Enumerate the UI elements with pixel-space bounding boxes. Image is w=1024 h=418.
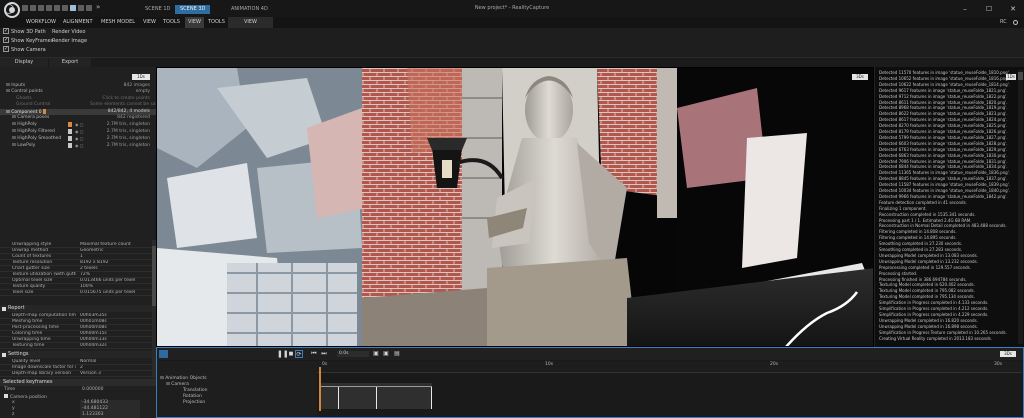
main-menu: WORKFLOW ALIGNMENT MESH MODEL VIEW TOOLS… xyxy=(0,17,1024,28)
layout-4-icon[interactable] xyxy=(70,5,76,11)
rc-label: RC xyxy=(1000,19,1007,25)
report-row[interactable]: Texturing time 00h00m32s xyxy=(0,343,152,349)
layout-5-icon[interactable] xyxy=(78,5,84,11)
console-scrollbar-thumb[interactable] xyxy=(1018,72,1023,80)
new-project-icon[interactable] xyxy=(22,5,28,11)
tree-highpoly-value: 2.7M tris, singleton xyxy=(106,122,150,127)
menu-view-animation[interactable]: VIEW xyxy=(228,17,273,28)
title-bar: » SCENE 1D SCENE 3D ANIMATION 4D New pro… xyxy=(0,0,1024,17)
menu-workflow[interactable]: WORKFLOW xyxy=(26,17,56,28)
tab-scene-1d[interactable]: SCENE 1D xyxy=(140,5,175,14)
tree-camera-poses[interactable]: ⊟ Camera poses xyxy=(12,115,49,121)
timeline-menu-icon[interactable] xyxy=(159,350,168,358)
menu-alignment[interactable]: ALIGNMENT xyxy=(63,17,93,28)
keyframe-marker[interactable] xyxy=(376,387,377,409)
3d-viewport[interactable] xyxy=(156,67,874,347)
keyframe-camera-icon[interactable]: ▣ xyxy=(382,350,390,358)
help-icon[interactable] xyxy=(1013,20,1018,25)
menu-view[interactable]: VIEW xyxy=(143,17,156,28)
close-button[interactable]: ✕ xyxy=(1008,4,1018,14)
lod-indicator: ◉ ▢ xyxy=(68,122,84,128)
timeline-layout-badge[interactable]: 3Ds xyxy=(1000,351,1016,357)
next-keyframe-icon[interactable]: ⏭ xyxy=(320,350,328,358)
open-project-icon[interactable] xyxy=(30,5,36,11)
tree-camera-poses-value: 842 registered xyxy=(117,115,150,120)
save-icon[interactable] xyxy=(38,5,44,11)
pause-icon[interactable]: ❚❚ xyxy=(277,350,289,358)
camera-z-field[interactable]: 1.123303 xyxy=(80,412,140,418)
ruler-tick-0: 0s xyxy=(322,362,328,367)
menu-tools[interactable]: TOOLS xyxy=(163,17,180,28)
timeline-time-field[interactable]: 0.0s xyxy=(337,351,369,357)
lod-indicator: ◉ ▢ xyxy=(68,136,84,142)
console-log: Detected 11570 features in image 'statue… xyxy=(874,67,1024,347)
timeline-ruler[interactable] xyxy=(317,361,1022,373)
tree-highpoly-smoothed-value: 2.7M tris, singleton xyxy=(106,136,150,141)
tree-ground-control-value: Some elements cannot be saved xyxy=(90,102,164,107)
checkbox-icon xyxy=(3,36,9,44)
tree-control-points[interactable]: ⊟ Control points xyxy=(6,89,43,95)
keyframe-time-row: Time 0.000000 xyxy=(0,387,156,393)
keyframe-marker[interactable] xyxy=(431,387,432,409)
keyframe-marker[interactable] xyxy=(338,387,339,409)
camera-z-row: z 1.123303 xyxy=(0,412,156,418)
stop-icon[interactable]: ■ xyxy=(287,350,295,358)
console-layout-badge[interactable]: 1Ds xyxy=(1006,74,1016,80)
ruler-tick-30: 30s xyxy=(994,362,1003,367)
lod-indicator: ◉ ▢ xyxy=(68,143,84,149)
tree-lowpoly-value: 2.7M tris, singleton xyxy=(106,143,150,148)
loop-icon[interactable]: ⟳ xyxy=(295,350,303,358)
ribbon: Show 3D Path Show KeyFrames Show Camera … xyxy=(0,27,1024,58)
section-settings[interactable]: Settings xyxy=(0,351,152,358)
tab-animation-4d[interactable]: ANIMATION 4D xyxy=(226,5,273,14)
log-line: Creating Virtual Reality completed in 20… xyxy=(879,335,992,341)
ruler-tick-10: 10s xyxy=(545,362,554,367)
projection-track-item[interactable]: Projection xyxy=(157,400,317,406)
layout-3-icon[interactable] xyxy=(62,5,68,11)
ruler-tick-20: 20s xyxy=(770,362,779,367)
keyframe-time-field[interactable]: 0.000000 xyxy=(80,387,140,393)
show-camera-checkbox[interactable]: Show Camera xyxy=(3,45,46,54)
tree-ground-control[interactable]: Ground Control xyxy=(16,102,50,108)
tree-control-points-value: empty xyxy=(135,89,150,94)
lod-indicator: ◉ ▢ xyxy=(68,129,84,135)
menu-mesh-model[interactable]: MESH MODEL xyxy=(101,17,135,28)
minimize-button[interactable]: – xyxy=(960,4,970,14)
export-keyframes-icon[interactable]: ▤ xyxy=(393,350,401,358)
tree-highpoly[interactable]: ⊟ HighPoly xyxy=(12,122,37,128)
show-3d-path-checkbox[interactable]: Show 3D Path xyxy=(3,27,46,36)
timeline-playhead[interactable] xyxy=(319,367,321,411)
checkbox-icon xyxy=(3,45,9,53)
panel-layout-badge[interactable]: 1Ds xyxy=(132,74,150,80)
render-image-button[interactable]: Render Image xyxy=(52,37,87,45)
property-row[interactable]: Texel size 0.015675 units per texel xyxy=(0,290,152,296)
tree-highpoly-filtered-value: 2.7M tris, singleton xyxy=(106,129,150,134)
section-report[interactable]: Report xyxy=(0,305,152,312)
tree-highpoly-filtered[interactable]: ⊟ HighPoly Filtered xyxy=(12,129,55,135)
maximize-button[interactable]: ☐ xyxy=(984,4,994,14)
tree-lowpoly[interactable]: ⊟ LowPoly xyxy=(12,143,35,149)
layout-1-icon[interactable] xyxy=(46,5,52,11)
viewport-layout-badge[interactable]: 3Ds xyxy=(852,74,868,80)
settings-row[interactable]: Depth-map library version Version 3 xyxy=(0,371,152,377)
layout-2-icon[interactable] xyxy=(54,5,60,11)
render-video-button[interactable]: Render Video xyxy=(52,28,85,36)
tab-scene-3d[interactable]: SCENE 3D xyxy=(175,5,211,14)
group-export: Export xyxy=(49,58,91,67)
add-keyframe-icon[interactable]: ▣ xyxy=(372,350,380,358)
overflow-icon[interactable]: » xyxy=(96,3,100,11)
realitycapture-logo-icon xyxy=(4,2,20,18)
checkbox-icon xyxy=(3,27,9,35)
selected-keyframes-header[interactable]: Selected keyframes xyxy=(0,379,156,386)
console-scrollbar[interactable] xyxy=(1018,70,1023,344)
menu-tools-context[interactable]: TOOLS xyxy=(208,17,225,28)
show-keyframes-checkbox[interactable]: Show KeyFrames xyxy=(3,36,53,45)
previous-keyframe-icon[interactable]: ⏮ xyxy=(310,350,318,358)
tree-highpoly-smoothed[interactable]: ⊟ HighPoly Smoothed xyxy=(12,136,61,142)
menu-view-context[interactable]: VIEW xyxy=(185,17,204,28)
reconstructed-model-render xyxy=(157,68,873,346)
group-display: Display xyxy=(0,58,48,67)
animation-objects-tree: ⊟ Animation Objects ⊟ Camera Translation… xyxy=(157,361,317,417)
layout-6-icon[interactable] xyxy=(86,5,92,11)
